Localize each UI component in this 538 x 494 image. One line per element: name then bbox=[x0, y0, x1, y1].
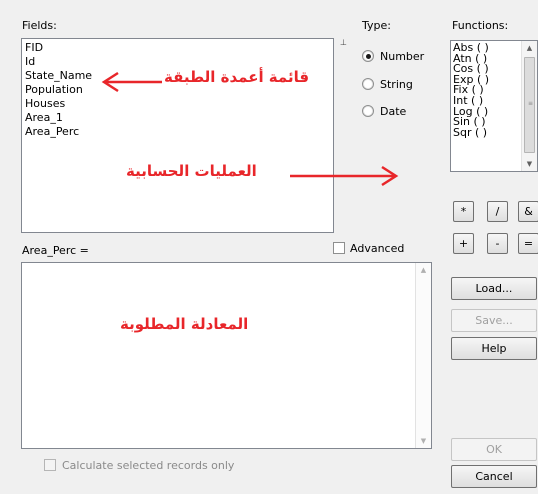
cancel-button[interactable]: Cancel bbox=[451, 465, 537, 488]
type-date-radio[interactable]: Date bbox=[362, 103, 406, 119]
operator-plus-button[interactable]: + bbox=[453, 233, 474, 254]
advanced-label: Advanced bbox=[350, 242, 405, 255]
ok-button[interactable]: OK bbox=[451, 438, 537, 461]
field-calculator-dialog: Fields: FID Id State_Name Population Houses A… bbox=[0, 0, 538, 494]
operations-annotation-arrow bbox=[290, 165, 399, 187]
operator-divide-button[interactable]: / bbox=[487, 201, 508, 222]
fields-annotation: قائمة أعمدة الطبقة bbox=[164, 68, 310, 86]
operator-concat-button[interactable]: & bbox=[518, 201, 538, 222]
fields-annotation-arrow bbox=[101, 71, 162, 93]
type-string-radio[interactable]: String bbox=[362, 76, 413, 92]
radio-circle[interactable] bbox=[362, 105, 374, 117]
field-list-item[interactable]: Area_Perc bbox=[22, 125, 333, 139]
type-string-label: String bbox=[380, 77, 413, 91]
type-number-label: Number bbox=[380, 49, 425, 63]
type-date-label: Date bbox=[380, 104, 407, 118]
help-button[interactable]: Help bbox=[451, 337, 537, 360]
scroll-down-icon[interactable]: ▼ bbox=[522, 157, 537, 171]
field-list-item[interactable]: Id bbox=[22, 55, 333, 69]
radio-circle[interactable] bbox=[362, 78, 374, 90]
equation-annotation: المعادلة المطلوبة bbox=[120, 315, 249, 333]
calculate-selected-label: Calculate selected records only bbox=[62, 459, 235, 472]
operator-minus-button[interactable]: - bbox=[487, 233, 508, 254]
expression-scrollbar[interactable]: ▲ ▼ bbox=[415, 263, 431, 448]
operator-equals-button[interactable]: = bbox=[518, 233, 538, 254]
scroll-down-icon[interactable]: ▼ bbox=[416, 434, 431, 448]
field-list-item[interactable]: FID bbox=[22, 41, 333, 55]
field-list-item[interactable]: Area_1 bbox=[22, 111, 333, 125]
scroll-up-icon[interactable]: ▲ bbox=[416, 263, 431, 277]
type-label: Type: bbox=[362, 19, 391, 32]
functions-label: Functions: bbox=[452, 19, 509, 32]
function-list-item[interactable]: Sqr ( ) bbox=[451, 127, 521, 139]
operations-annotation: العمليات الحسابية bbox=[126, 162, 257, 180]
calculate-selected-checkbox[interactable] bbox=[44, 459, 56, 471]
type-number-radio[interactable]: Number bbox=[362, 48, 424, 64]
field-list-item[interactable]: Houses bbox=[22, 97, 333, 111]
radio-circle[interactable] bbox=[362, 50, 374, 62]
scroll-thumb[interactable]: ≡ bbox=[524, 57, 535, 153]
advanced-checkbox[interactable] bbox=[333, 242, 345, 254]
save-button[interactable]: Save... bbox=[451, 309, 537, 332]
list-toggle-icon[interactable]: ⊥ bbox=[340, 38, 347, 47]
scroll-up-icon[interactable]: ▲ bbox=[522, 41, 537, 55]
fields-label: Fields: bbox=[22, 19, 57, 32]
functions-listbox[interactable]: Abs ( ) Atn ( ) Cos ( ) Exp ( ) Fix ( ) Int (… bbox=[450, 40, 538, 172]
operator-multiply-button[interactable]: * bbox=[453, 201, 474, 222]
expression-textarea[interactable]: ▲ ▼ bbox=[21, 262, 432, 449]
expression-label: Area_Perc = bbox=[22, 244, 89, 257]
functions-scrollbar[interactable]: ▲ ≡ ▼ bbox=[521, 41, 537, 171]
load-button[interactable]: Load... bbox=[451, 277, 537, 300]
